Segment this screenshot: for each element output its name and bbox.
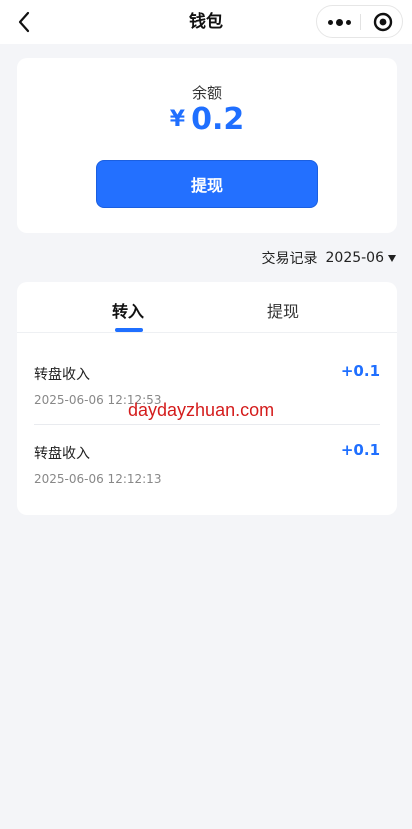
record-tabs: 转入 提现 [17,282,397,333]
filter-month: 2025-06 [325,250,385,266]
balance-label: 余额 [191,84,222,102]
records-card: 转入 提现 转盘收入 2025-06-06 12:12:53 +0.1 转盘收入… [17,282,397,515]
more-dots-icon [335,18,343,26]
watermark-text: daydayzhuan.com [128,400,275,420]
target-circle-icon [373,12,393,32]
top-navbar: 钱包 [0,0,412,44]
withdraw-button[interactable]: 提现 [96,160,318,208]
record-title: 转盘收入 [34,446,90,462]
balance-amount: ¥0.2 [17,102,397,137]
record-amount: +0.1 [340,441,380,459]
capsule-divider [360,14,361,30]
currency-symbol: ¥ [169,107,186,132]
record-title: 转盘收入 [34,367,90,383]
record-month-filter[interactable]: 交易记录 2025-06 [261,248,396,268]
balance-card: 余额 ¥0.2 提现 [17,58,397,233]
caret-down-icon [388,254,396,262]
more-button[interactable] [323,10,355,34]
miniprogram-capsule [316,5,403,38]
tab-withdraw[interactable]: 提现 [267,298,299,322]
divider [34,424,380,425]
balance-value: 0.2 [191,102,245,137]
record-amount: +0.1 [340,362,380,380]
tab-transfer-in[interactable]: 转入 [112,298,144,322]
active-tab-indicator [115,328,143,332]
filter-label: 交易记录 [261,251,318,267]
more-dots-icon [345,19,351,25]
close-button[interactable] [369,10,397,34]
list-item: 转盘收入 2025-06-06 12:12:13 +0.1 [34,441,380,503]
record-time: 2025-06-06 12:12:13 [34,472,162,486]
more-dots-icon [327,19,333,25]
